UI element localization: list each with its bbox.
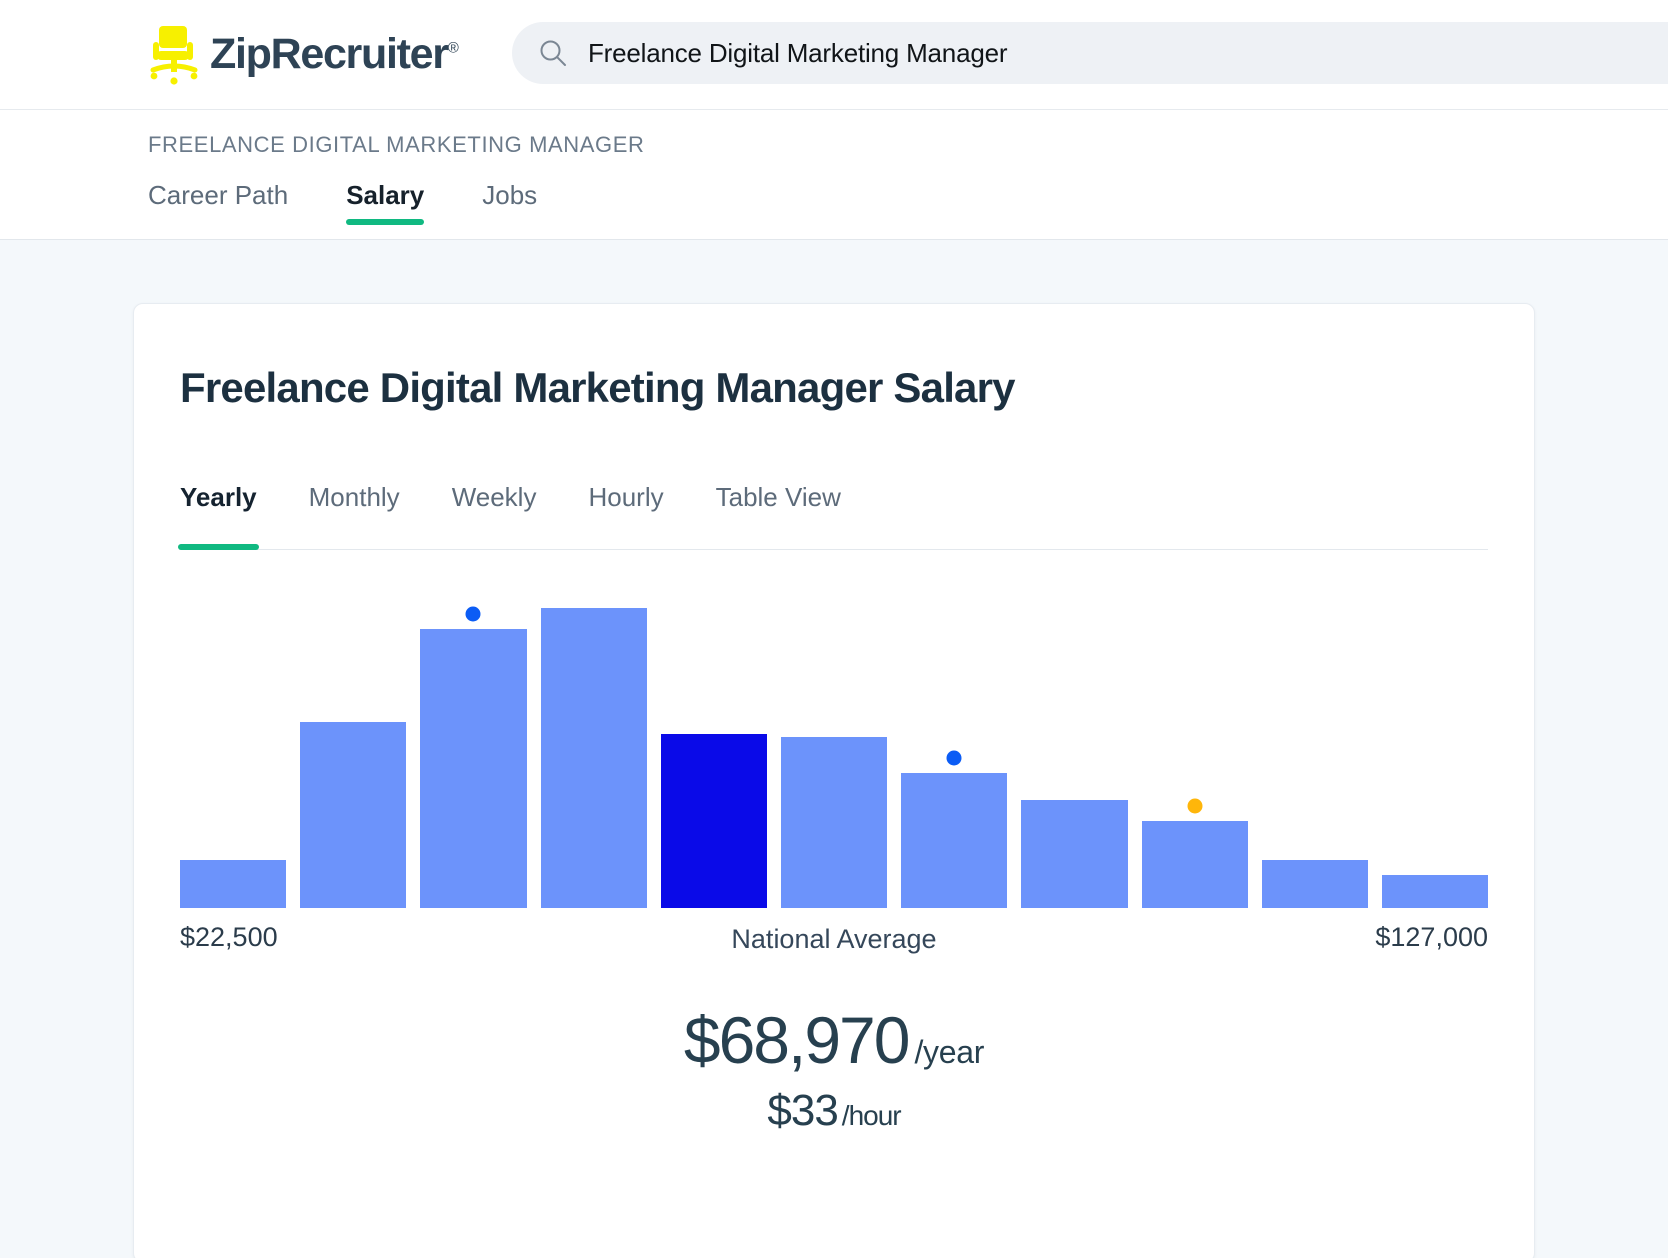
chart-bar-slot[interactable]: [901, 608, 1008, 908]
nav-tab-salary[interactable]: Salary: [346, 180, 425, 225]
search-bar[interactable]: Freelance Digital Marketing Manager: [512, 22, 1668, 84]
chart-bar-slot[interactable]: [180, 608, 287, 908]
period-tabs: Yearly Monthly Weekly Hourly Table View: [178, 482, 1488, 550]
nav-tab-jobs[interactable]: Jobs: [482, 180, 537, 225]
chart-bar[interactable]: [420, 629, 527, 908]
chart-axis-labels: $22,500 National Average $127,000: [180, 922, 1488, 962]
chart-bar-slot[interactable]: [1381, 608, 1489, 908]
chart-bar-slot[interactable]: [780, 608, 888, 908]
subheader: FREELANCE DIGITAL MARKETING MANAGER Care…: [0, 110, 1668, 240]
tab-hourly[interactable]: Hourly: [588, 482, 663, 531]
average-hourly-salary: $33/hour: [180, 1086, 1488, 1136]
page-title: Freelance Digital Marketing Manager Sala…: [180, 364, 1016, 411]
nav-tab-career-path[interactable]: Career Path: [148, 180, 288, 225]
ziprecruiter-logo[interactable]: ZipRecruiter®: [148, 24, 459, 86]
axis-label-min: $22,500: [180, 922, 278, 952]
marker-90th-percentile-dot-icon: [1187, 798, 1203, 814]
office-chair-icon: [150, 25, 198, 85]
axis-label-center: National Average: [731, 924, 937, 954]
average-salary-block: $68,970/year $33/hour: [180, 1002, 1488, 1136]
tab-yearly[interactable]: Yearly: [178, 482, 259, 550]
average-yearly-salary: $68,970/year: [180, 1002, 1488, 1078]
tab-monthly[interactable]: Monthly: [309, 482, 400, 531]
average-hourly-value: $33: [767, 1086, 838, 1135]
chart-bar[interactable]: [1381, 875, 1489, 908]
chart-bar[interactable]: [1141, 821, 1248, 908]
chart-bar-slot[interactable]: [1141, 608, 1248, 908]
axis-label-max: $127,000: [1375, 922, 1488, 952]
chart-bar[interactable]: [1261, 860, 1368, 908]
chart-bar-slot[interactable]: [1261, 608, 1368, 908]
chart-bar-slot[interactable]: [420, 606, 527, 908]
tab-weekly[interactable]: Weekly: [452, 482, 537, 531]
chart-bar[interactable]: [180, 860, 287, 908]
logo-text: ZipRecruiter: [210, 30, 449, 78]
marker-25th-percentile-dot-icon: [465, 606, 481, 622]
average-yearly-value: $68,970: [683, 1003, 911, 1077]
average-hourly-unit: /hour: [841, 1100, 902, 1131]
tab-table-view[interactable]: Table View: [716, 482, 841, 531]
chart-bar[interactable]: [300, 722, 407, 908]
salary-page: ZipRecruiter® Freelance Digital Marketin…: [0, 0, 1668, 1258]
chart-bar[interactable]: [540, 608, 647, 908]
salary-card: Freelance Digital Marketing Manager Sala…: [133, 303, 1535, 1258]
chart-bar-slot[interactable]: [1021, 608, 1128, 908]
chart-bar[interactable]: [901, 773, 1008, 908]
average-yearly-unit: /year: [914, 1034, 985, 1070]
chart-bar-slot[interactable]: [540, 608, 647, 908]
breadcrumb: FREELANCE DIGITAL MARKETING MANAGER: [148, 132, 645, 157]
primary-nav: Career Path Salary Jobs: [148, 180, 1668, 225]
registered-mark: ®: [447, 39, 459, 57]
chart-bar[interactable]: [780, 737, 888, 908]
search-input[interactable]: Freelance Digital Marketing Manager: [588, 38, 1008, 69]
site-header: ZipRecruiter® Freelance Digital Marketin…: [0, 0, 1668, 110]
chart-bar-highlighted[interactable]: [660, 734, 767, 908]
marker-75th-percentile-dot-icon: [946, 750, 962, 766]
chart-bar-slot[interactable]: [300, 608, 407, 908]
chart-bars: [180, 606, 1489, 908]
chart-bar[interactable]: [1021, 800, 1128, 908]
search-icon: [540, 40, 566, 66]
chart-bar-slot[interactable]: [660, 608, 767, 908]
salary-distribution-chart: [180, 606, 1489, 908]
logo-wordmark: ZipRecruiter®: [210, 30, 459, 79]
